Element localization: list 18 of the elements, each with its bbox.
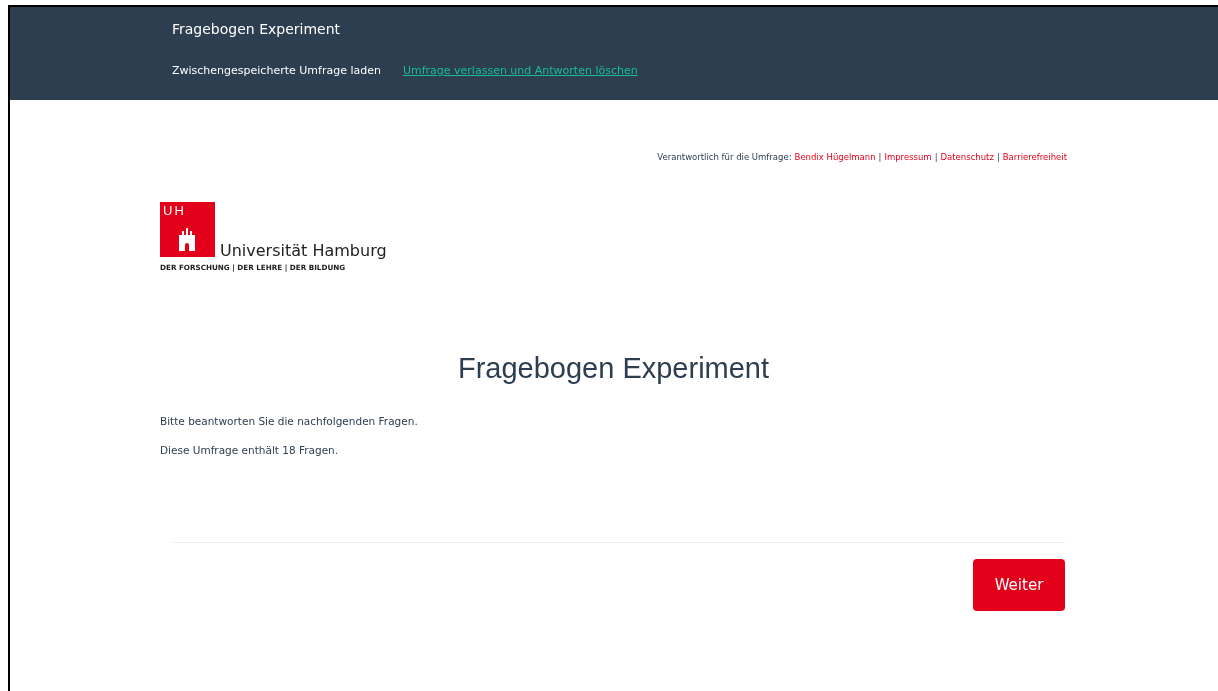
responsible-label: Verantwortlich für die Umfrage: xyxy=(657,152,792,162)
separator: | xyxy=(934,152,938,162)
footer-link[interactable]: Datenschutz xyxy=(940,152,994,162)
intro-text: Bitte beantworten Sie die nachfolgenden Fragen. xyxy=(160,415,419,427)
logo-letters: UH xyxy=(163,203,186,218)
footer-link[interactable]: Bendix Hügelmann xyxy=(794,152,876,162)
separator: | xyxy=(996,152,1000,162)
separator: | xyxy=(878,152,882,162)
survey-title: Fragebogen Experiment xyxy=(456,352,771,385)
intro-text: Diese Umfrage enthält 18 Fragen. xyxy=(160,444,340,456)
university-name: Universität Hamburg xyxy=(220,243,387,259)
navbar-title[interactable]: Fragebogen Experiment xyxy=(172,21,341,37)
footer-link[interactable]: Barrierefreiheit xyxy=(1002,152,1067,162)
castle-icon xyxy=(177,227,197,251)
nav-link[interactable]: Zwischengespeicherte Umfrage laden xyxy=(172,64,381,77)
nav-link[interactable]: Umfrage verlassen und Antworten löschen xyxy=(402,64,638,77)
footer-link[interactable]: Impressum xyxy=(884,152,932,162)
next-button[interactable]: Weiter xyxy=(973,559,1065,611)
